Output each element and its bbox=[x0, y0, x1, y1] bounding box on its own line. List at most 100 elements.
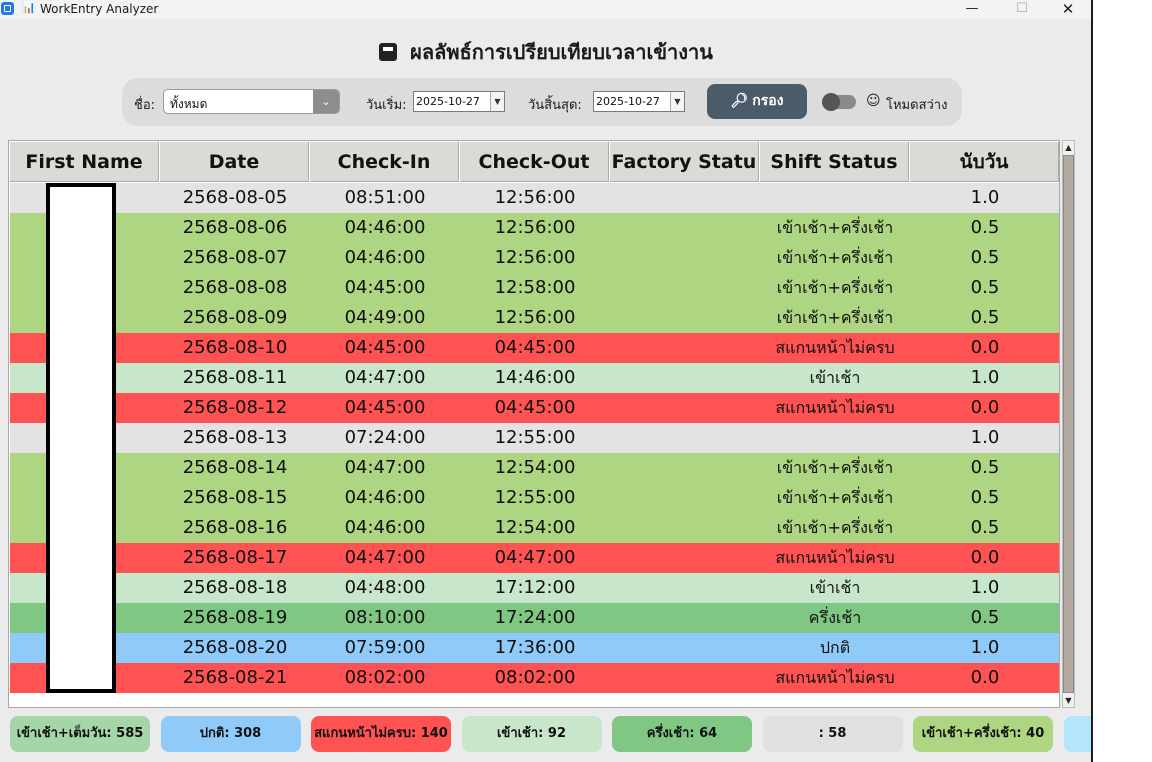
table-row[interactable]: 2568-08-05 08:51:00 12:56:00 1.0 bbox=[10, 183, 1059, 213]
chevron-down-icon[interactable]: ⌄ bbox=[313, 90, 339, 113]
factory-status-cell bbox=[610, 333, 760, 363]
table-row[interactable]: 2568-08-07 04:46:00 12:56:00 เข้าเช้า+ครึ่ง… bbox=[10, 243, 1059, 273]
col-factory-status-header[interactable]: Factory Statu bbox=[610, 142, 759, 182]
check-in-cell: 04:47:00 bbox=[344, 367, 426, 388]
table-row[interactable]: 2568-08-12 04:45:00 04:45:00 สแกนหน้าไม่ครบ… bbox=[10, 393, 1059, 423]
check-in-cell: 04:47:00 bbox=[344, 547, 426, 568]
check-out-cell: 12:55:00 bbox=[494, 487, 576, 508]
factory-status-cell bbox=[610, 273, 760, 303]
table-row[interactable]: 2568-08-19 08:10:00 17:24:00 ครึ่งเช้า 0.5 bbox=[10, 603, 1059, 633]
scroll-up-icon[interactable]: ▲ bbox=[1063, 141, 1074, 154]
shift-status-cell: เข้าเช้า+ครึ่งเช้า bbox=[776, 278, 894, 297]
calendar-dropdown-icon[interactable]: ▼ bbox=[670, 92, 684, 111]
check-out-cell: 04:45:00 bbox=[494, 337, 576, 358]
check-in-cell: 04:46:00 bbox=[344, 487, 426, 508]
table-row[interactable]: 2568-08-21 08:02:00 08:02:00 สแกนหน้าไม่ครบ… bbox=[10, 663, 1059, 693]
scrollbar-thumb[interactable] bbox=[1063, 155, 1074, 693]
name-label: ชื่อ: bbox=[134, 98, 156, 113]
redacted-name-box bbox=[46, 183, 116, 693]
check-out-cell: 12:56:00 bbox=[494, 217, 576, 238]
shift-status-cell: สแกนหน้าไม่ครบ bbox=[775, 548, 895, 567]
check-out-cell: 12:54:00 bbox=[494, 457, 576, 478]
day-count-cell: 0.0 bbox=[970, 547, 1000, 568]
smiley-icon: ☺ bbox=[866, 93, 881, 109]
col-day-count-header[interactable]: นับวัน bbox=[910, 142, 1059, 182]
table-row[interactable]: 2568-08-10 04:45:00 04:45:00 สแกนหน้าไม่ครบ… bbox=[10, 333, 1059, 363]
check-out-cell: 17:12:00 bbox=[494, 577, 576, 598]
day-count-cell: 1.0 bbox=[970, 367, 1000, 388]
end-date-label: วันสิ้นสุด: bbox=[528, 98, 582, 113]
day-count-cell: 0.5 bbox=[970, 487, 1000, 508]
check-in-cell: 08:02:00 bbox=[344, 667, 426, 688]
check-out-cell: 04:47:00 bbox=[494, 547, 576, 568]
check-in-cell: 04:46:00 bbox=[344, 517, 426, 538]
table-row[interactable]: 2568-08-08 04:45:00 12:58:00 เข้าเช้า+ครึ่ง… bbox=[10, 273, 1059, 303]
minimize-button[interactable]: — bbox=[950, 0, 994, 18]
shift-status-cell: เข้าเช้า bbox=[809, 368, 861, 387]
shift-status-cell: เข้าเช้า+ครึ่งเช้า bbox=[776, 218, 894, 237]
table-row[interactable]: 2568-08-17 04:47:00 04:47:00 สแกนหน้าไม่ครบ… bbox=[10, 543, 1059, 573]
shift-status-cell bbox=[760, 183, 910, 213]
factory-status-cell bbox=[610, 513, 760, 543]
summary-badge: สแกนหน้าไม่ครบ: 140 bbox=[311, 716, 451, 752]
check-in-cell: 04:45:00 bbox=[344, 277, 426, 298]
day-count-cell: 0.0 bbox=[970, 667, 1000, 688]
app-window: 📊 WorkEntry Analyzer — ☐ ✕ ผลลัพธ์การเปร… bbox=[0, 0, 1092, 762]
toggle-knob[interactable] bbox=[822, 93, 840, 111]
factory-status-cell bbox=[610, 213, 760, 243]
table-row[interactable]: 2568-08-06 04:46:00 12:56:00 เข้าเช้า+ครึ่ง… bbox=[10, 213, 1059, 243]
check-out-cell: 08:02:00 bbox=[494, 667, 576, 688]
magnifier-icon: 🔎︎ bbox=[730, 93, 749, 109]
scroll-down-icon[interactable]: ▼ bbox=[1063, 694, 1074, 707]
calendar-dropdown-icon[interactable]: ▼ bbox=[490, 92, 504, 111]
end-date-input[interactable]: 2025-10-27 ▼ bbox=[593, 91, 685, 112]
name-select[interactable]: ทั้งหมด ⌄ bbox=[163, 89, 340, 114]
table-row[interactable]: 2568-08-15 04:46:00 12:55:00 เข้าเช้า+ครึ่ง… bbox=[10, 483, 1059, 513]
factory-status-cell bbox=[610, 603, 760, 633]
table-row[interactable]: 2568-08-18 04:48:00 17:12:00 เข้าเช้า 1.0 bbox=[10, 573, 1059, 603]
table-row[interactable]: 2568-08-13 07:24:00 12:55:00 1.0 bbox=[10, 423, 1059, 453]
check-out-cell: 17:36:00 bbox=[494, 637, 576, 658]
date-cell: 2568-08-05 bbox=[182, 187, 288, 208]
filter-button[interactable]: 🔎︎ กรอง bbox=[707, 84, 807, 119]
table-row[interactable]: 2568-08-20 07:59:00 17:36:00 ปกติ 1.0 bbox=[10, 633, 1059, 663]
col-date-header[interactable]: Date bbox=[160, 142, 309, 182]
check-in-cell: 08:51:00 bbox=[344, 187, 426, 208]
light-mode-toggle[interactable] bbox=[822, 93, 856, 111]
maximize-button[interactable]: ☐ bbox=[1000, 0, 1044, 18]
check-out-cell: 12:56:00 bbox=[494, 247, 576, 268]
page-header: ผลลัพธ์การเปรียบเทียบเวลาเข้างาน bbox=[0, 36, 1092, 68]
date-cell: 2568-08-12 bbox=[182, 397, 288, 418]
shift-status-cell: เข้าเช้า+ครึ่งเช้า bbox=[776, 488, 894, 507]
day-count-cell: 0.5 bbox=[970, 607, 1000, 628]
date-cell: 2568-08-19 bbox=[182, 607, 288, 628]
day-count-cell: 0.5 bbox=[970, 307, 1000, 328]
window-border bbox=[1091, 0, 1093, 762]
table-row[interactable]: 2568-08-11 04:47:00 14:46:00 เข้าเช้า 1.0 bbox=[10, 363, 1059, 393]
col-shift-status-header[interactable]: Shift Status bbox=[760, 142, 909, 182]
vertical-scrollbar[interactable]: ▲ ▼ bbox=[1062, 140, 1075, 708]
table-row[interactable]: 2568-08-14 04:47:00 12:54:00 เข้าเช้า+ครึ่ง… bbox=[10, 453, 1059, 483]
table-row[interactable]: 2568-08-16 04:46:00 12:54:00 เข้าเช้า+ครึ่ง… bbox=[10, 513, 1059, 543]
summary-badge bbox=[1063, 716, 1092, 752]
date-cell: 2568-08-13 bbox=[182, 427, 288, 448]
col-check-in-header[interactable]: Check-In bbox=[310, 142, 459, 182]
shift-status-cell: สแกนหน้าไม่ครบ bbox=[775, 338, 895, 357]
date-cell: 2568-08-11 bbox=[182, 367, 288, 388]
close-button[interactable]: ✕ bbox=[1046, 0, 1090, 18]
day-count-cell: 0.0 bbox=[970, 397, 1000, 418]
factory-status-cell bbox=[610, 393, 760, 423]
table-row[interactable]: 2568-08-09 04:49:00 12:56:00 เข้าเช้า+ครึ่ง… bbox=[10, 303, 1059, 333]
day-count-cell: 0.5 bbox=[970, 247, 1000, 268]
factory-status-cell bbox=[610, 183, 760, 213]
app-icon bbox=[1, 2, 14, 15]
col-check-out-header[interactable]: Check-Out bbox=[460, 142, 609, 182]
start-date-input[interactable]: 2025-10-27 ▼ bbox=[413, 91, 505, 112]
date-cell: 2568-08-06 bbox=[182, 217, 288, 238]
start-date-value: 2025-10-27 bbox=[416, 95, 480, 108]
check-in-cell: 04:45:00 bbox=[344, 397, 426, 418]
shift-status-cell: ครึ่งเช้า bbox=[808, 608, 862, 627]
end-date-value: 2025-10-27 bbox=[596, 95, 660, 108]
col-first-name-header[interactable]: First Name bbox=[10, 142, 159, 182]
day-count-cell: 1.0 bbox=[970, 427, 1000, 448]
